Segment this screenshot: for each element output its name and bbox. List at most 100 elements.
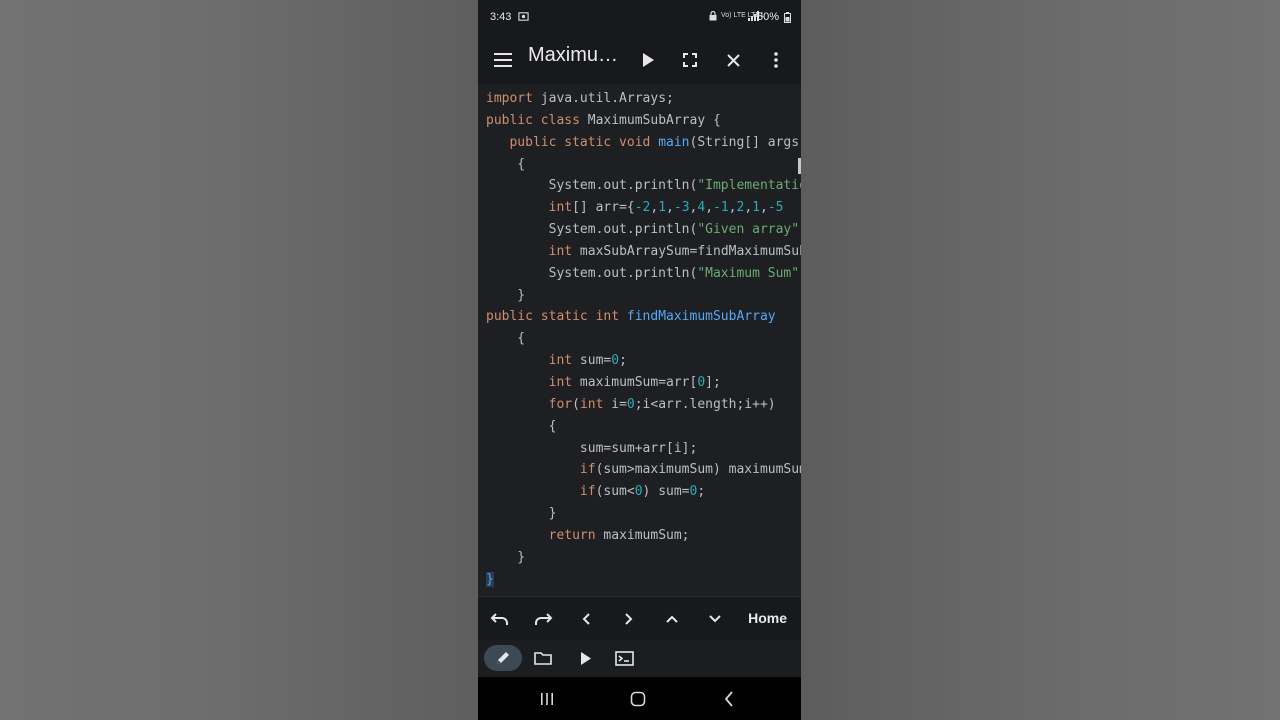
code-token: public class (486, 112, 580, 128)
code-token: , (705, 200, 714, 216)
code-token: 1 (658, 200, 667, 216)
code-token: for (548, 396, 573, 412)
code-token: int (548, 353, 573, 369)
scroll-indicator[interactable] (798, 158, 801, 174)
fullscreen-icon[interactable] (678, 48, 702, 72)
chevron-right-icon[interactable] (617, 607, 641, 631)
code-line: } (486, 503, 801, 525)
code-line: int maxSubArraySum=findMaximumSubArray (486, 241, 801, 263)
code-token: public static int (486, 309, 620, 325)
code-line: if(sum<0) sum=0; (486, 481, 801, 503)
code-token: return (548, 527, 596, 543)
code-token: import (486, 91, 533, 106)
menu-icon[interactable] (491, 48, 515, 72)
code-token: -2 (634, 200, 651, 216)
pencil-icon[interactable] (491, 646, 515, 670)
play-icon[interactable] (636, 48, 660, 72)
background-right (801, 0, 1280, 720)
undo-icon[interactable] (488, 607, 512, 631)
code-token: 0 (626, 396, 635, 412)
code-token: , (728, 200, 737, 216)
code-token: java.util.Arrays; (532, 91, 674, 106)
code-token: ; (619, 353, 627, 369)
recents-icon[interactable] (535, 687, 559, 711)
code-token: (String[] args) (689, 134, 801, 150)
screenshot-icon (518, 11, 529, 24)
code-token: , (744, 200, 753, 216)
home-icon[interactable] (626, 687, 650, 711)
code-line: } (486, 569, 801, 591)
folder-icon[interactable] (531, 646, 555, 670)
code-line: sum=sum+arr[i]; (486, 438, 801, 460)
code-token: maxSubArraySum=findMaximumSubArray (579, 243, 801, 259)
code-token: (sum< (595, 484, 635, 500)
home-key[interactable]: Home (748, 610, 787, 626)
code-token: "Given array" (697, 222, 800, 238)
code-token: ; (697, 484, 706, 500)
play-icon[interactable] (573, 646, 597, 670)
code-token: public static void (509, 134, 651, 150)
code-token: ]; (705, 374, 721, 390)
system-nav-bar (478, 677, 801, 720)
code-token: 0 (611, 353, 620, 369)
file-title: Maximum... (528, 44, 620, 66)
code-token: 1 (752, 200, 760, 216)
more-vert-icon[interactable] (764, 48, 788, 72)
code-token: } (486, 571, 494, 587)
code-line: public static void main(String[] args) (486, 132, 801, 154)
code-token: sum=sum+arr[i]; (486, 440, 698, 456)
code-line: { (486, 154, 801, 176)
code-line: if(sum>maximumSum) maximumSum=sum; (486, 459, 801, 481)
code-token: { (486, 418, 557, 434)
code-token: int (579, 396, 604, 412)
code-line: { (486, 328, 801, 350)
back-icon[interactable] (717, 687, 741, 711)
code-token: System.out.println( (486, 265, 698, 281)
code-editor[interactable]: import java.util.Arrays; public class Max… (478, 84, 801, 596)
chevron-down-icon[interactable] (703, 607, 727, 631)
code-token: [] arr={ (572, 200, 635, 216)
code-token: 0 (634, 484, 643, 500)
code-line: System.out.println("Implementation" (486, 175, 801, 197)
code-token: if (579, 484, 596, 500)
code-content: import java.util.Arrays; public class Max… (486, 88, 801, 590)
chevron-left-icon[interactable] (574, 607, 598, 631)
code-line: import java.util.Arrays; (486, 88, 801, 110)
code-token: -3 (673, 200, 690, 216)
extra-keys-bar: Home (478, 596, 801, 641)
code-token: ) sum= (642, 484, 690, 500)
code-line: { (486, 416, 801, 438)
terminal-icon[interactable] (612, 646, 636, 670)
code-line: for(int i=0;i<arr.length;i++) (486, 394, 801, 416)
code-line: } (486, 285, 801, 307)
code-token: } (486, 287, 526, 303)
code-line: int maximumSum=arr[0]; (486, 372, 801, 394)
code-token: , (666, 200, 674, 216)
app-bar: Maximum... (478, 36, 801, 84)
code-token: findMaximumSubArray (626, 309, 776, 325)
code-token: 0 (697, 374, 706, 390)
code-token: -1 (713, 200, 729, 216)
chevron-up-icon[interactable] (660, 607, 684, 631)
code-token: { (486, 331, 526, 347)
code-token: -5 (767, 200, 784, 216)
code-line: public class MaximumSubArray { (486, 110, 801, 132)
code-token: if (579, 462, 596, 478)
status-bar: 3:43 Vo) LTE LTE1 60% (478, 0, 801, 36)
redo-icon[interactable] (531, 607, 555, 631)
code-token: "Implementation" (697, 178, 801, 194)
code-token: i= (603, 396, 627, 412)
close-icon[interactable] (721, 48, 745, 72)
battery-icon (784, 12, 791, 25)
code-token: System.out.println( (486, 222, 698, 238)
code-line: System.out.println("Given array" (486, 219, 801, 241)
